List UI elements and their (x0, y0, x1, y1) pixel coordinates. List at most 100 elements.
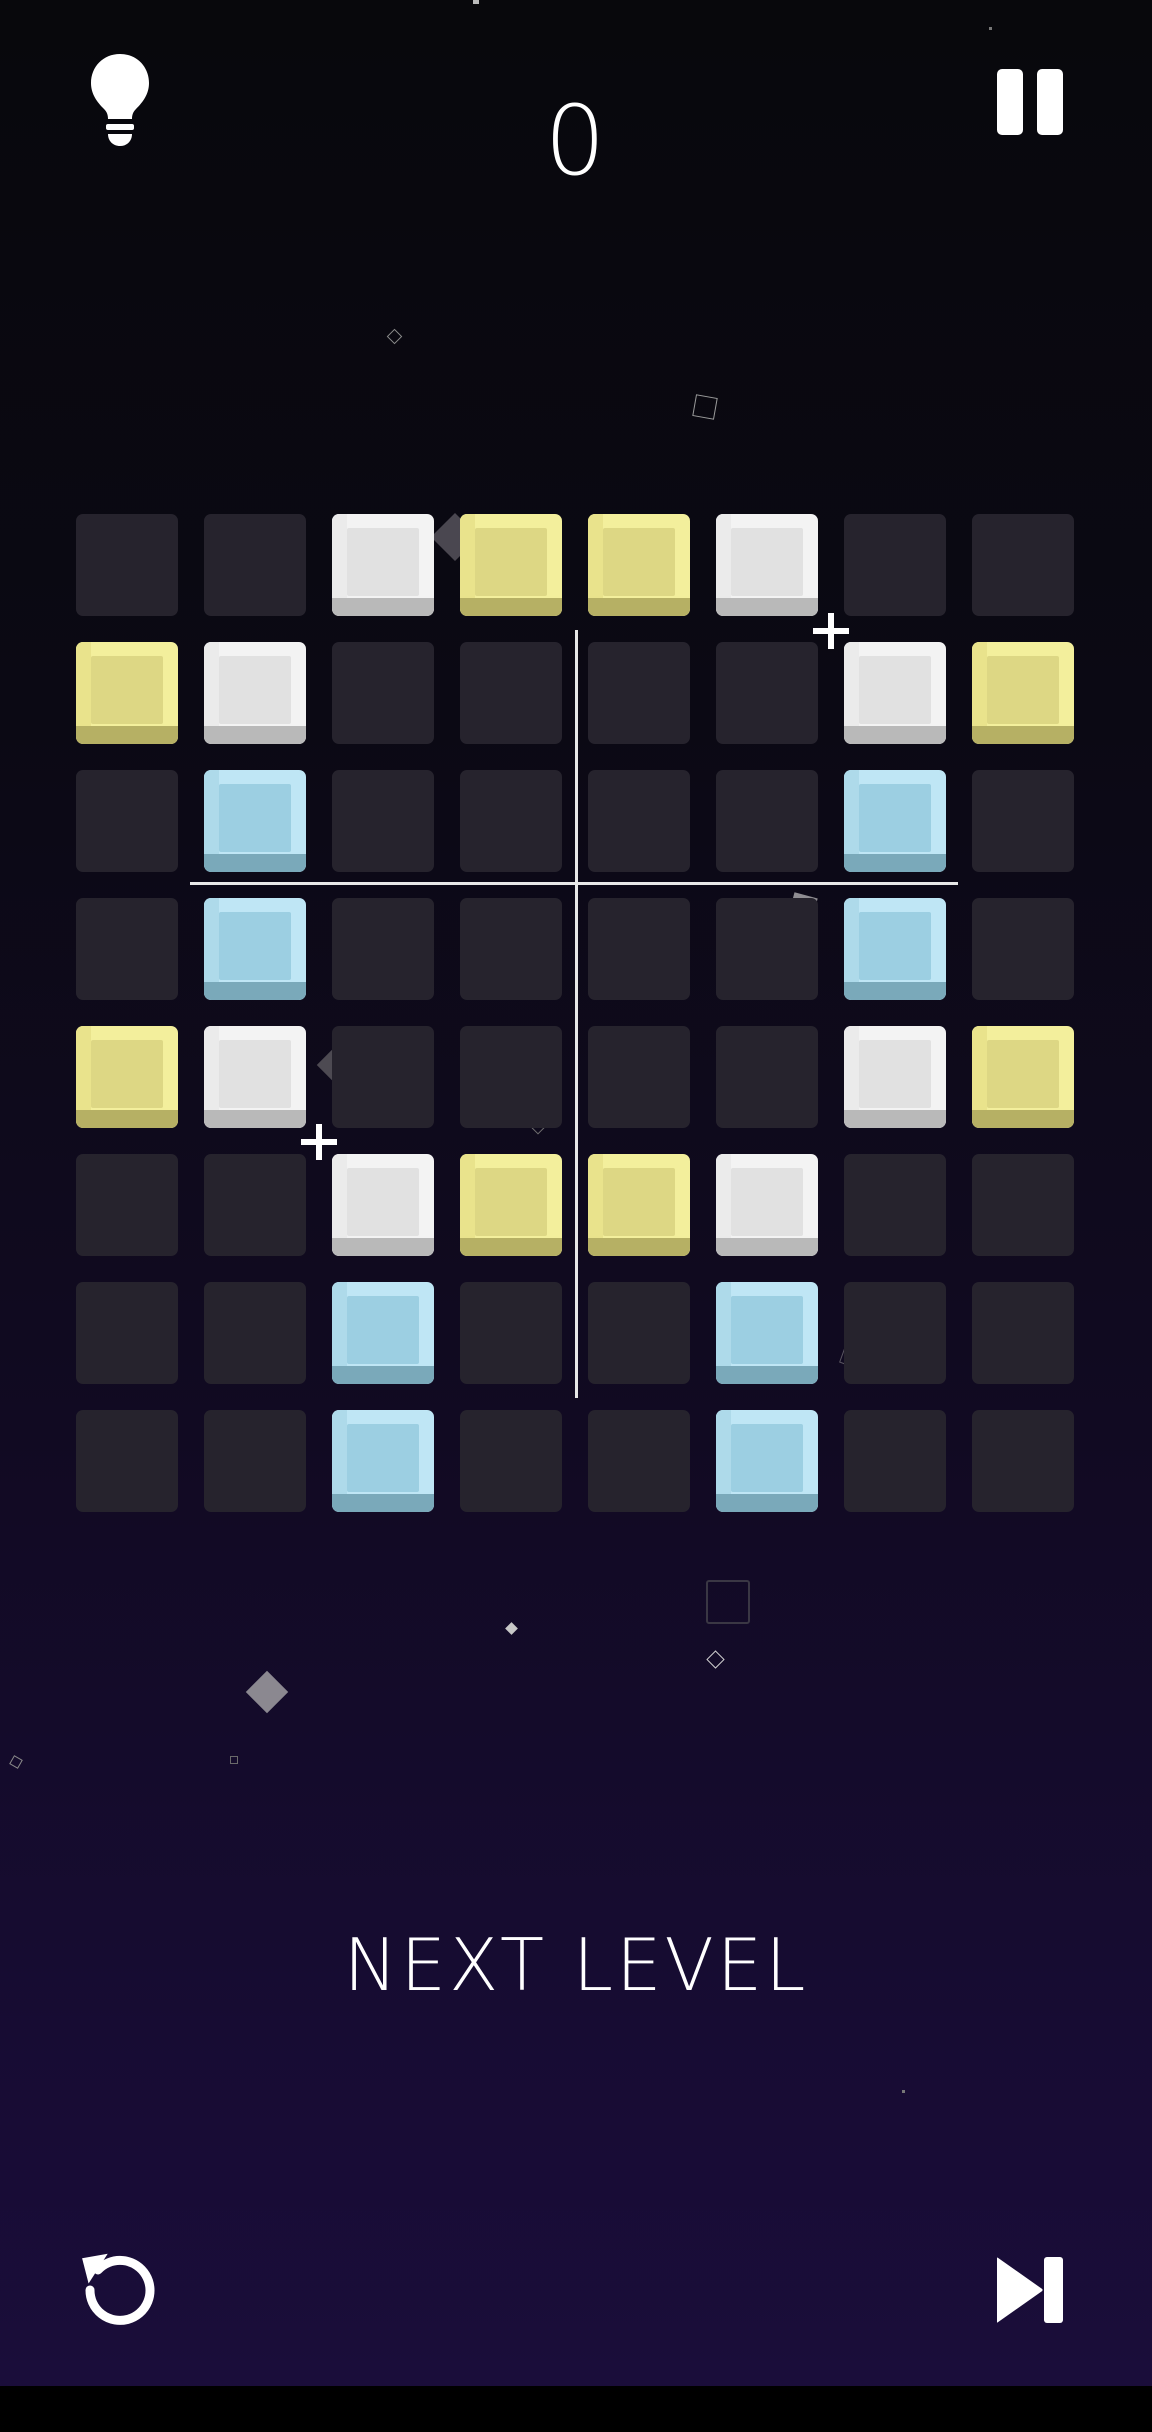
empty-cell[interactable] (716, 770, 818, 872)
particle (9, 1755, 23, 1769)
empty-cell[interactable] (716, 642, 818, 744)
particle (386, 328, 403, 345)
plus-marker-icon (299, 1122, 339, 1162)
empty-cell[interactable] (588, 898, 690, 1000)
empty-cell[interactable] (972, 770, 1074, 872)
pause-icon (997, 68, 1063, 140)
pause-button[interactable] (990, 64, 1070, 144)
tile-face (731, 1296, 803, 1364)
particle (505, 1622, 518, 1635)
empty-cell[interactable] (588, 770, 690, 872)
particle (245, 1670, 289, 1714)
empty-cell[interactable] (972, 898, 1074, 1000)
restart-button[interactable] (76, 2246, 164, 2334)
empty-cell[interactable] (460, 1282, 562, 1384)
restart-icon (80, 2248, 160, 2333)
empty-cell[interactable] (332, 898, 434, 1000)
tile-face (347, 1168, 419, 1236)
blue-tile[interactable] (204, 770, 306, 872)
tile-face (987, 1040, 1059, 1108)
score-counter: 0 (544, 85, 608, 197)
empty-cell[interactable] (204, 514, 306, 616)
next-level-button[interactable]: NEXT LEVEL (276, 1920, 876, 2010)
empty-cell[interactable] (332, 642, 434, 744)
empty-cell[interactable] (972, 1282, 1074, 1384)
empty-cell[interactable] (460, 898, 562, 1000)
tile-face (91, 1040, 163, 1108)
white-tile[interactable] (716, 1154, 818, 1256)
tile-face (731, 1168, 803, 1236)
tile-face (731, 528, 803, 596)
blue-tile[interactable] (844, 898, 946, 1000)
empty-cell[interactable] (460, 1026, 562, 1128)
particle (692, 394, 718, 420)
blue-tile[interactable] (332, 1282, 434, 1384)
empty-cell[interactable] (972, 1154, 1074, 1256)
tile-face (603, 1168, 675, 1236)
white-tile[interactable] (204, 642, 306, 744)
empty-cell[interactable] (972, 514, 1074, 616)
tile-face (219, 912, 291, 980)
yellow-tile[interactable] (76, 1026, 178, 1128)
yellow-tile[interactable] (972, 1026, 1074, 1128)
white-tile[interactable] (204, 1026, 306, 1128)
tile-face (859, 656, 931, 724)
empty-cell[interactable] (204, 1282, 306, 1384)
white-tile[interactable] (332, 514, 434, 616)
white-tile[interactable] (844, 1026, 946, 1128)
empty-cell[interactable] (588, 642, 690, 744)
empty-cell[interactable] (76, 514, 178, 616)
empty-cell[interactable] (204, 1410, 306, 1512)
yellow-tile[interactable] (588, 514, 690, 616)
empty-cell[interactable] (76, 770, 178, 872)
empty-cell[interactable] (76, 1154, 178, 1256)
empty-cell[interactable] (588, 1410, 690, 1512)
empty-cell[interactable] (332, 770, 434, 872)
tile-face (91, 656, 163, 724)
empty-cell[interactable] (460, 770, 562, 872)
hint-button[interactable] (80, 52, 160, 152)
empty-cell[interactable] (716, 1026, 818, 1128)
empty-cell[interactable] (844, 1154, 946, 1256)
empty-cell[interactable] (460, 642, 562, 744)
skip-level-button[interactable] (990, 2252, 1070, 2332)
empty-cell[interactable] (844, 1410, 946, 1512)
yellow-tile[interactable] (972, 642, 1074, 744)
blue-tile[interactable] (716, 1282, 818, 1384)
empty-cell[interactable] (332, 1026, 434, 1128)
yellow-tile[interactable] (588, 1154, 690, 1256)
blue-tile[interactable] (204, 898, 306, 1000)
particle (706, 1650, 725, 1669)
blue-tile[interactable] (844, 770, 946, 872)
empty-cell[interactable] (588, 1026, 690, 1128)
tile-face (859, 1040, 931, 1108)
empty-cell[interactable] (204, 1154, 306, 1256)
tile-face (219, 656, 291, 724)
yellow-tile[interactable] (460, 514, 562, 616)
empty-cell[interactable] (716, 898, 818, 1000)
empty-cell[interactable] (972, 1410, 1074, 1512)
empty-cell[interactable] (460, 1410, 562, 1512)
horizontal-mirror-line (190, 882, 958, 885)
tile-face (347, 1296, 419, 1364)
white-tile[interactable] (332, 1154, 434, 1256)
white-tile[interactable] (716, 514, 818, 616)
empty-cell[interactable] (76, 1282, 178, 1384)
tile-face (219, 784, 291, 852)
tile-face (347, 528, 419, 596)
empty-cell[interactable] (844, 1282, 946, 1384)
tile-face (859, 912, 931, 980)
empty-cell[interactable] (844, 514, 946, 616)
yellow-tile[interactable] (460, 1154, 562, 1256)
vertical-mirror-line (575, 630, 578, 1398)
empty-cell[interactable] (588, 1282, 690, 1384)
blue-tile[interactable] (716, 1410, 818, 1512)
particle (706, 1580, 750, 1624)
plus-marker-icon (811, 611, 851, 651)
empty-cell[interactable] (76, 1410, 178, 1512)
game-screen: 0 NEXT LEVEL (0, 0, 1152, 2386)
blue-tile[interactable] (332, 1410, 434, 1512)
white-tile[interactable] (844, 642, 946, 744)
empty-cell[interactable] (76, 898, 178, 1000)
yellow-tile[interactable] (76, 642, 178, 744)
